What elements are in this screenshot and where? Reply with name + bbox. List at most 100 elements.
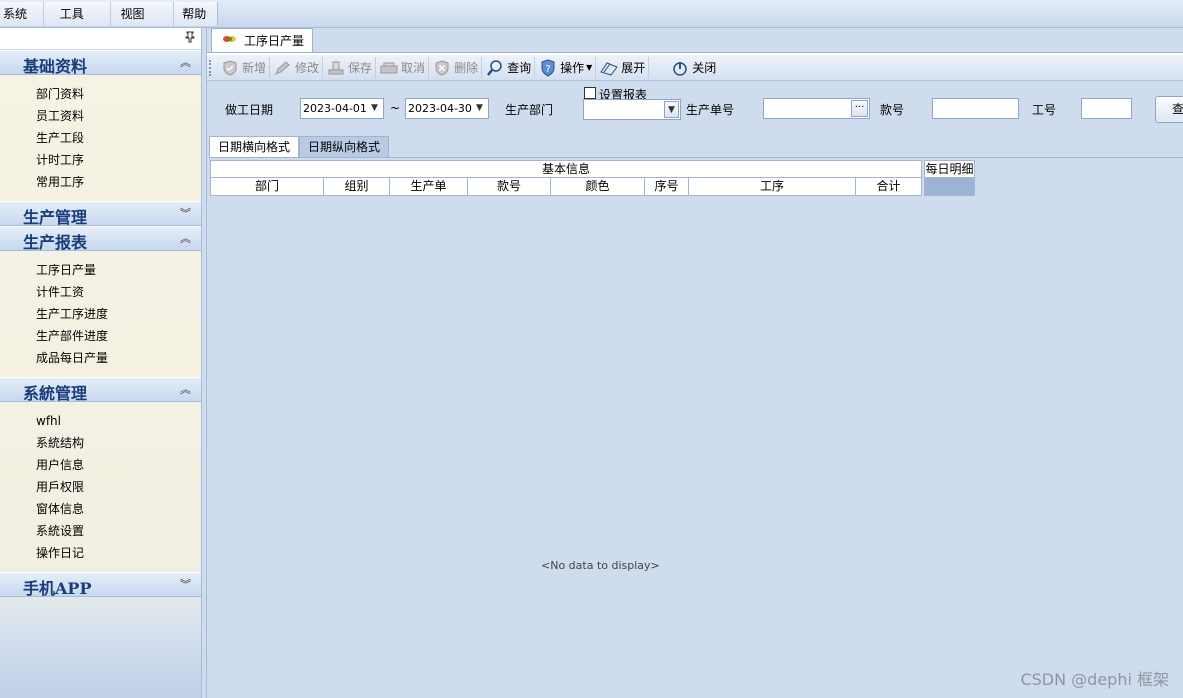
tab-underline bbox=[209, 157, 1183, 158]
nav-item-form-info[interactable]: 窗体信息 bbox=[0, 498, 201, 520]
toolbar: 新增 修改 保存 取消 删除 查询 ? 操作 ▼ 展开 关闭 bbox=[207, 55, 1183, 81]
operate-dropdown-button[interactable]: ? 操作 ▼ bbox=[535, 56, 597, 79]
work-date-label: 做工日期 bbox=[225, 103, 274, 117]
nav-group-reports[interactable]: 生产报表 ︽ bbox=[0, 226, 201, 252]
chevron-up-icon[interactable]: ︽ bbox=[180, 230, 191, 246]
col-header-style[interactable]: 款号 bbox=[467, 178, 551, 196]
nav-item-process-progress[interactable]: 生产工序进度 bbox=[0, 303, 201, 325]
nav-item-daily-output[interactable]: 工序日产量 bbox=[0, 259, 201, 281]
nav-item-system-settings[interactable]: 系統设置 bbox=[0, 520, 201, 542]
nav-pin-bar bbox=[0, 28, 201, 50]
worker-field[interactable] bbox=[1081, 98, 1132, 119]
nav-group-basic[interactable]: 基础资料 ︽ bbox=[0, 50, 201, 76]
menu-tools[interactable]: 工具 bbox=[44, 2, 111, 26]
filter-panel: 做工日期 2023-04-01 ▼ ~ 2023-04-30 ▼ 生产部门 设置… bbox=[207, 82, 1183, 134]
save-icon bbox=[326, 59, 346, 77]
nav-group-basic-items: 部门资料 员工资料 生产工段 计时工序 常用工序 bbox=[0, 75, 201, 201]
ellipsis-icon[interactable]: ··· bbox=[851, 100, 868, 117]
col-header-total[interactable]: 合计 bbox=[855, 178, 922, 196]
nav-item-system-structure[interactable]: 系統结构 bbox=[0, 432, 201, 454]
close-button[interactable]: 关闭 bbox=[667, 57, 719, 79]
main-area: 工序日产量 新增 修改 保存 取消 删除 查询 ? 操作 ▼ 展开 关闭 做工日… bbox=[206, 28, 1183, 698]
nav-item-employee[interactable]: 员工资料 bbox=[0, 105, 201, 127]
edit-button[interactable]: 修改 bbox=[270, 56, 324, 79]
order-label: 生产单号 bbox=[686, 103, 735, 117]
chevron-down-icon[interactable]: ▼ bbox=[472, 100, 487, 117]
order-field[interactable]: ··· bbox=[763, 98, 870, 119]
nav-item-user-info[interactable]: 用户信息 bbox=[0, 454, 201, 476]
power-icon bbox=[670, 59, 690, 77]
style-field[interactable] bbox=[932, 98, 1019, 119]
nav-item-part-progress[interactable]: 生产部件进度 bbox=[0, 325, 201, 347]
nav-item-common-process[interactable]: 常用工序 bbox=[0, 171, 201, 193]
watermark: CSDN @dephi 框架 bbox=[1020, 670, 1169, 689]
band-basic-info: 基本信息 bbox=[210, 160, 922, 178]
nav-panel: 基础资料 ︽ 部门资料 员工资料 生产工段 计时工序 常用工序 生产管理 ︾ 生… bbox=[0, 28, 202, 698]
nav-group-title: 基础资料 bbox=[23, 57, 88, 76]
date-from-field[interactable]: 2023-04-01 ▼ bbox=[300, 98, 384, 119]
nav-group-title: 生产管理 bbox=[23, 208, 88, 227]
chevron-up-icon[interactable]: ︽ bbox=[180, 54, 191, 70]
cancel-button[interactable]: 取消 bbox=[376, 56, 430, 79]
dept-label: 生产部门 bbox=[505, 103, 554, 117]
nav-item-operation-log[interactable]: 操作日记 bbox=[0, 542, 201, 564]
shield-icon bbox=[220, 59, 240, 77]
nav-item-hourly-process[interactable]: 计时工序 bbox=[0, 149, 201, 171]
nav-item-piece-wage[interactable]: 计件工资 bbox=[0, 281, 201, 303]
nav-item-section[interactable]: 生产工段 bbox=[0, 127, 201, 149]
nav-group-system-items: wfhl 系統结构 用户信息 用戶权限 窗体信息 系統设置 操作日记 bbox=[0, 402, 201, 572]
cancel-icon bbox=[379, 59, 399, 77]
date-to-field[interactable]: 2023-04-30 ▼ bbox=[405, 98, 489, 119]
save-button[interactable]: 保存 bbox=[323, 56, 377, 79]
nav-item-user-rights[interactable]: 用戶权限 bbox=[0, 476, 201, 498]
nav-group-system[interactable]: 系統管理 ︽ bbox=[0, 377, 201, 403]
menu-system[interactable]: 系统 bbox=[0, 2, 44, 26]
col-header-color[interactable]: 颜色 bbox=[550, 178, 645, 196]
delete-icon bbox=[432, 59, 452, 77]
tab-label: 工序日产量 bbox=[244, 34, 305, 48]
help-shield-icon: ? bbox=[538, 58, 558, 77]
delete-button[interactable]: 删除 bbox=[429, 56, 483, 79]
nav-group-mobile-app[interactable]: 手机APP ︾ bbox=[0, 572, 201, 598]
nav-group-production[interactable]: 生产管理 ︾ bbox=[0, 201, 201, 227]
daily-detail-placeholder bbox=[924, 178, 975, 196]
pin-icon[interactable] bbox=[184, 31, 196, 46]
new-button[interactable]: 新增 bbox=[217, 56, 271, 79]
col-header-group[interactable]: 组别 bbox=[323, 178, 390, 196]
nav-item-wfhl[interactable]: wfhl bbox=[0, 410, 201, 432]
col-header-process[interactable]: 工序 bbox=[688, 178, 856, 196]
toolbar-grip[interactable] bbox=[209, 59, 217, 76]
chevron-down-icon[interactable]: ▼ bbox=[664, 101, 679, 118]
chevron-up-icon[interactable]: ︽ bbox=[180, 381, 191, 397]
view-tabs: 日期横向格式 日期纵向格式 bbox=[209, 136, 390, 157]
dropdown-arrow-icon: ▼ bbox=[586, 63, 593, 72]
chevron-down-icon[interactable]: ︾ bbox=[180, 576, 191, 592]
nav-group-title: 系統管理 bbox=[23, 384, 88, 403]
expand-button[interactable]: 展开 bbox=[596, 56, 650, 79]
app-logo-icon bbox=[222, 33, 238, 48]
col-header-seq[interactable]: 序号 bbox=[644, 178, 689, 196]
query-button[interactable]: 查 bbox=[1155, 96, 1183, 123]
chevron-down-icon[interactable]: ︾ bbox=[180, 205, 191, 221]
dept-select[interactable]: ▼ bbox=[583, 99, 681, 120]
search-icon bbox=[485, 59, 505, 77]
nav-item-dept[interactable]: 部门资料 bbox=[0, 83, 201, 105]
col-header-dept[interactable]: 部门 bbox=[210, 178, 324, 196]
expand-icon bbox=[599, 59, 619, 77]
menu-bar: 系统 工具 视图 帮助 bbox=[0, 0, 1183, 28]
nav-group-title: 生产报表 bbox=[23, 233, 88, 252]
empty-grid-message: <No data to display> bbox=[541, 559, 660, 572]
tab-date-horizontal[interactable]: 日期横向格式 bbox=[209, 136, 300, 157]
tab-daily-output[interactable]: 工序日产量 bbox=[211, 28, 313, 52]
menu-help[interactable]: 帮助 bbox=[174, 2, 217, 26]
chevron-down-icon[interactable]: ▼ bbox=[367, 100, 382, 117]
set-report-checkbox[interactable] bbox=[584, 87, 596, 99]
menu-view[interactable]: 视图 bbox=[111, 2, 175, 26]
col-header-order[interactable]: 生产单 bbox=[389, 178, 468, 196]
style-label: 款号 bbox=[880, 103, 905, 117]
band-daily-detail: 每日明细 bbox=[924, 160, 975, 178]
nav-item-finished-daily[interactable]: 成品每日产量 bbox=[0, 347, 201, 369]
query-toolbar-button[interactable]: 查询 bbox=[482, 56, 536, 79]
nav-group-reports-items: 工序日产量 计件工资 生产工序进度 生产部件进度 成品每日产量 bbox=[0, 251, 201, 377]
tab-date-vertical[interactable]: 日期纵向格式 bbox=[299, 136, 390, 157]
